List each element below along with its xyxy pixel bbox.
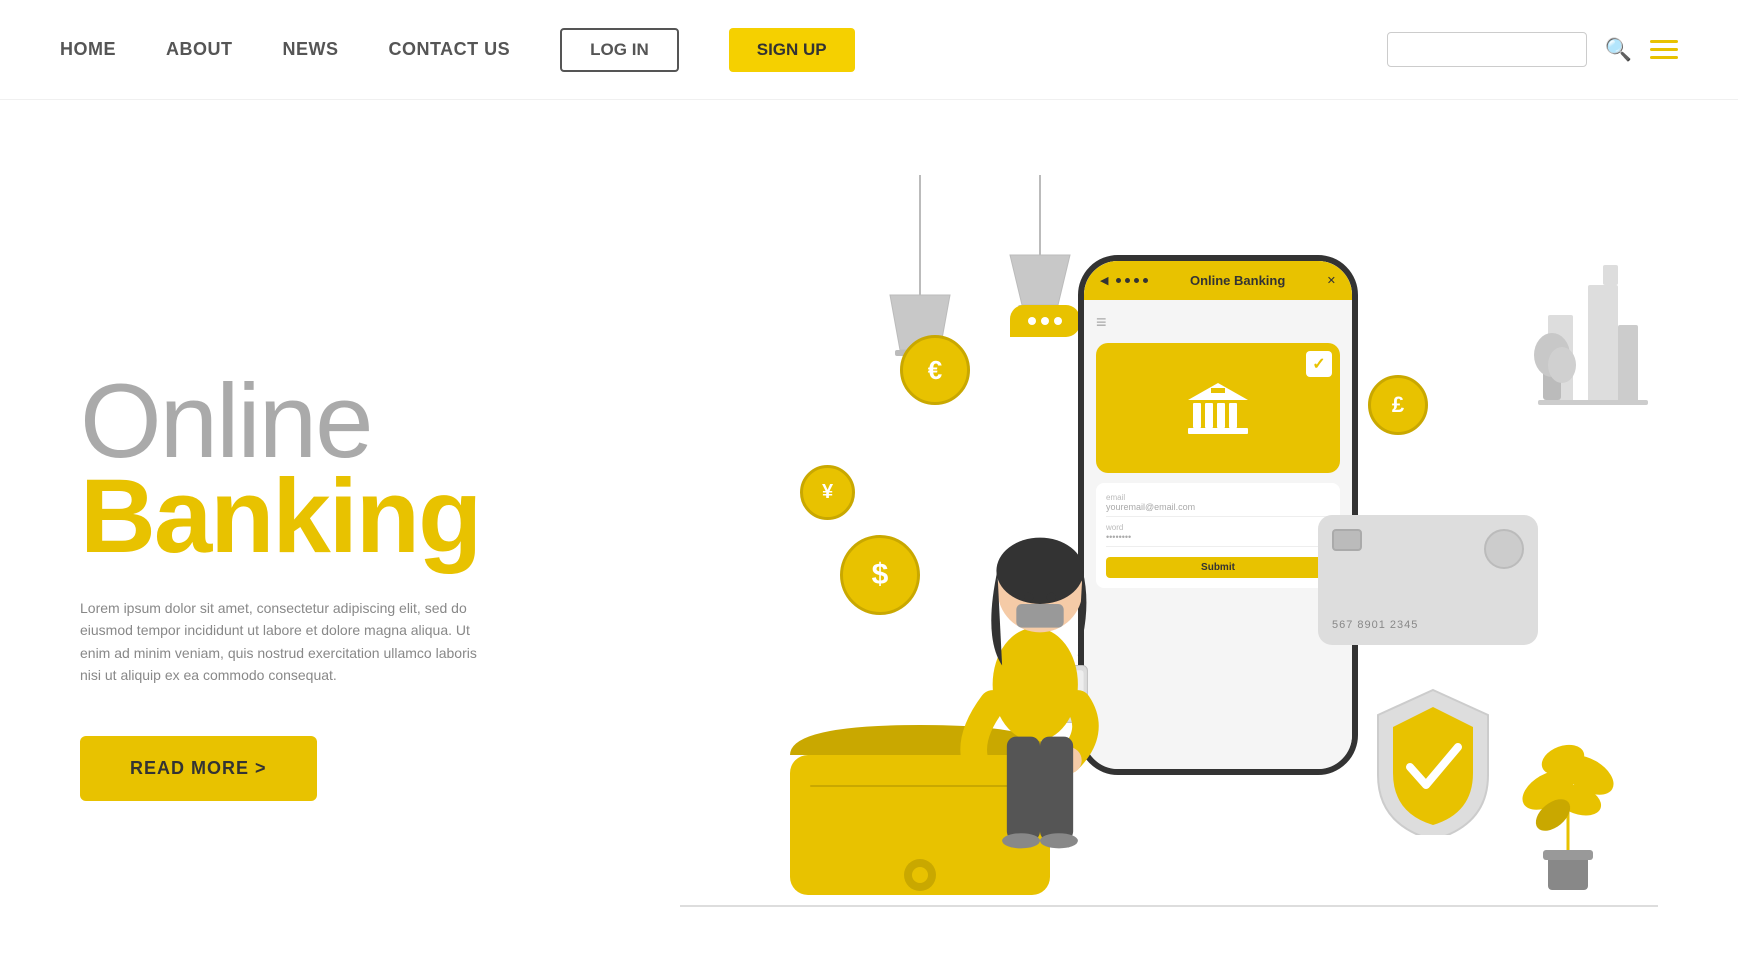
phone-dots [1116,278,1148,283]
coin-pound: £ [1368,375,1428,435]
illustration-container: € ¥ $ £ ◀ Online [680,175,1658,955]
credit-card-number: 567 8901 2345 [1332,619,1524,631]
nav-news[interactable]: NEWS [283,39,339,60]
shield-icon [1368,685,1498,835]
nav-home[interactable]: HOME [60,39,116,60]
menu-bar-2 [1650,48,1678,51]
coin-euro: € [900,335,970,405]
nav-about[interactable]: ABOUT [166,39,233,60]
hero-illustration: € ¥ $ £ ◀ Online [680,175,1658,955]
phone-title: Online Banking [1156,273,1318,288]
hero-section: Online Banking Lorem ipsum dolor sit ame… [0,100,1738,970]
chat-dot-3 [1054,317,1062,325]
ground-line [680,905,1658,907]
menu-icon[interactable] [1650,40,1678,59]
plant-right-icon [1508,700,1628,900]
nav-contact[interactable]: CONTACT US [389,39,511,60]
menu-bar-1 [1650,40,1678,43]
read-more-button[interactable]: READ MORE > [80,736,317,801]
chat-bubble [1010,305,1080,337]
checkmark-badge: ✓ [1306,351,1332,377]
title-banking: Banking [80,464,600,569]
login-button[interactable]: LOG IN [560,28,679,72]
phone-menu-icon: ≡ [1096,312,1340,333]
search-icon[interactable]: 🔍 [1605,37,1632,63]
chat-dot-2 [1041,317,1049,325]
search-input[interactable] [1387,32,1587,67]
coin-yen: ¥ [800,465,855,520]
hero-left: Online Banking Lorem ipsum dolor sit ame… [80,329,600,802]
bank-building-icon [1183,378,1253,438]
nav-right: 🔍 [1387,32,1678,67]
credit-card-circle [1484,529,1524,569]
chat-dot-1 [1028,317,1036,325]
bookshelf-icon [1488,225,1648,425]
woman-character [940,495,1140,855]
menu-bar-3 [1650,56,1678,59]
phone-header: ◀ Online Banking ✕ [1084,261,1352,300]
bank-card: ✓ [1096,343,1340,473]
credit-card-chip [1332,529,1362,551]
credit-card: 567 8901 2345 [1318,515,1538,645]
signup-button[interactable]: SIGN UP [729,28,855,72]
hero-description: Lorem ipsum dolor sit amet, consectetur … [80,597,480,687]
nav-links: HOME ABOUT NEWS CONTACT US LOG IN SIGN U… [60,28,1347,72]
coin-dollar: $ [840,535,920,615]
navbar: HOME ABOUT NEWS CONTACT US LOG IN SIGN U… [0,0,1738,100]
